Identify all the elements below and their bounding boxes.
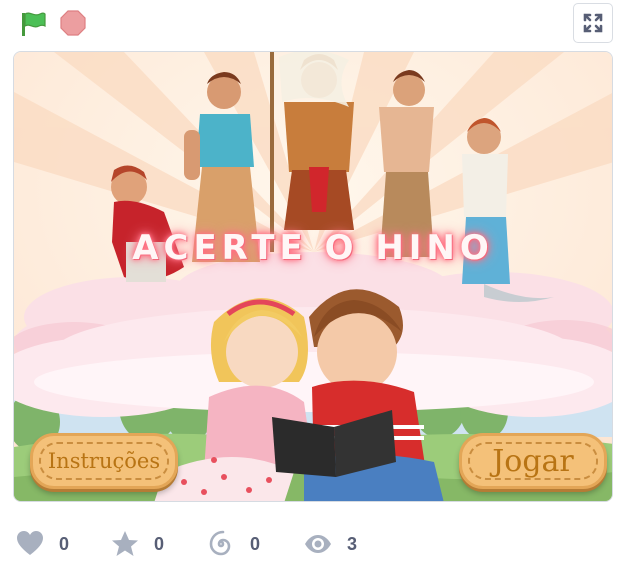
project-stats: 0 0 0 3 bbox=[0, 526, 628, 562]
instructions-button[interactable]: Instruções bbox=[30, 433, 178, 489]
instructions-button-label: Instruções bbox=[47, 449, 161, 473]
stop-sign-icon[interactable] bbox=[60, 10, 86, 36]
love-stat[interactable]: 0 bbox=[15, 526, 69, 562]
heart-icon bbox=[15, 529, 45, 559]
remix-spiral-icon bbox=[206, 529, 236, 559]
game-title: ACERTE O HINO bbox=[132, 228, 494, 268]
eye-icon bbox=[303, 529, 333, 559]
project-stage[interactable]: ACERTE O HINO Instruções Jogar bbox=[13, 51, 613, 502]
favorite-stat[interactable]: 0 bbox=[110, 526, 164, 562]
views-count: 3 bbox=[347, 533, 358, 554]
views-stat: 3 bbox=[303, 526, 357, 562]
green-flag-icon[interactable] bbox=[20, 11, 48, 37]
favorite-count: 0 bbox=[154, 533, 165, 554]
fullscreen-icon bbox=[583, 13, 603, 33]
star-icon bbox=[110, 529, 140, 559]
play-button[interactable]: Jogar bbox=[459, 433, 607, 489]
remix-stat[interactable]: 0 bbox=[206, 526, 260, 562]
remix-count: 0 bbox=[250, 533, 261, 554]
love-count: 0 bbox=[59, 533, 70, 554]
play-button-label: Jogar bbox=[492, 443, 574, 479]
fullscreen-button[interactable] bbox=[573, 3, 613, 43]
